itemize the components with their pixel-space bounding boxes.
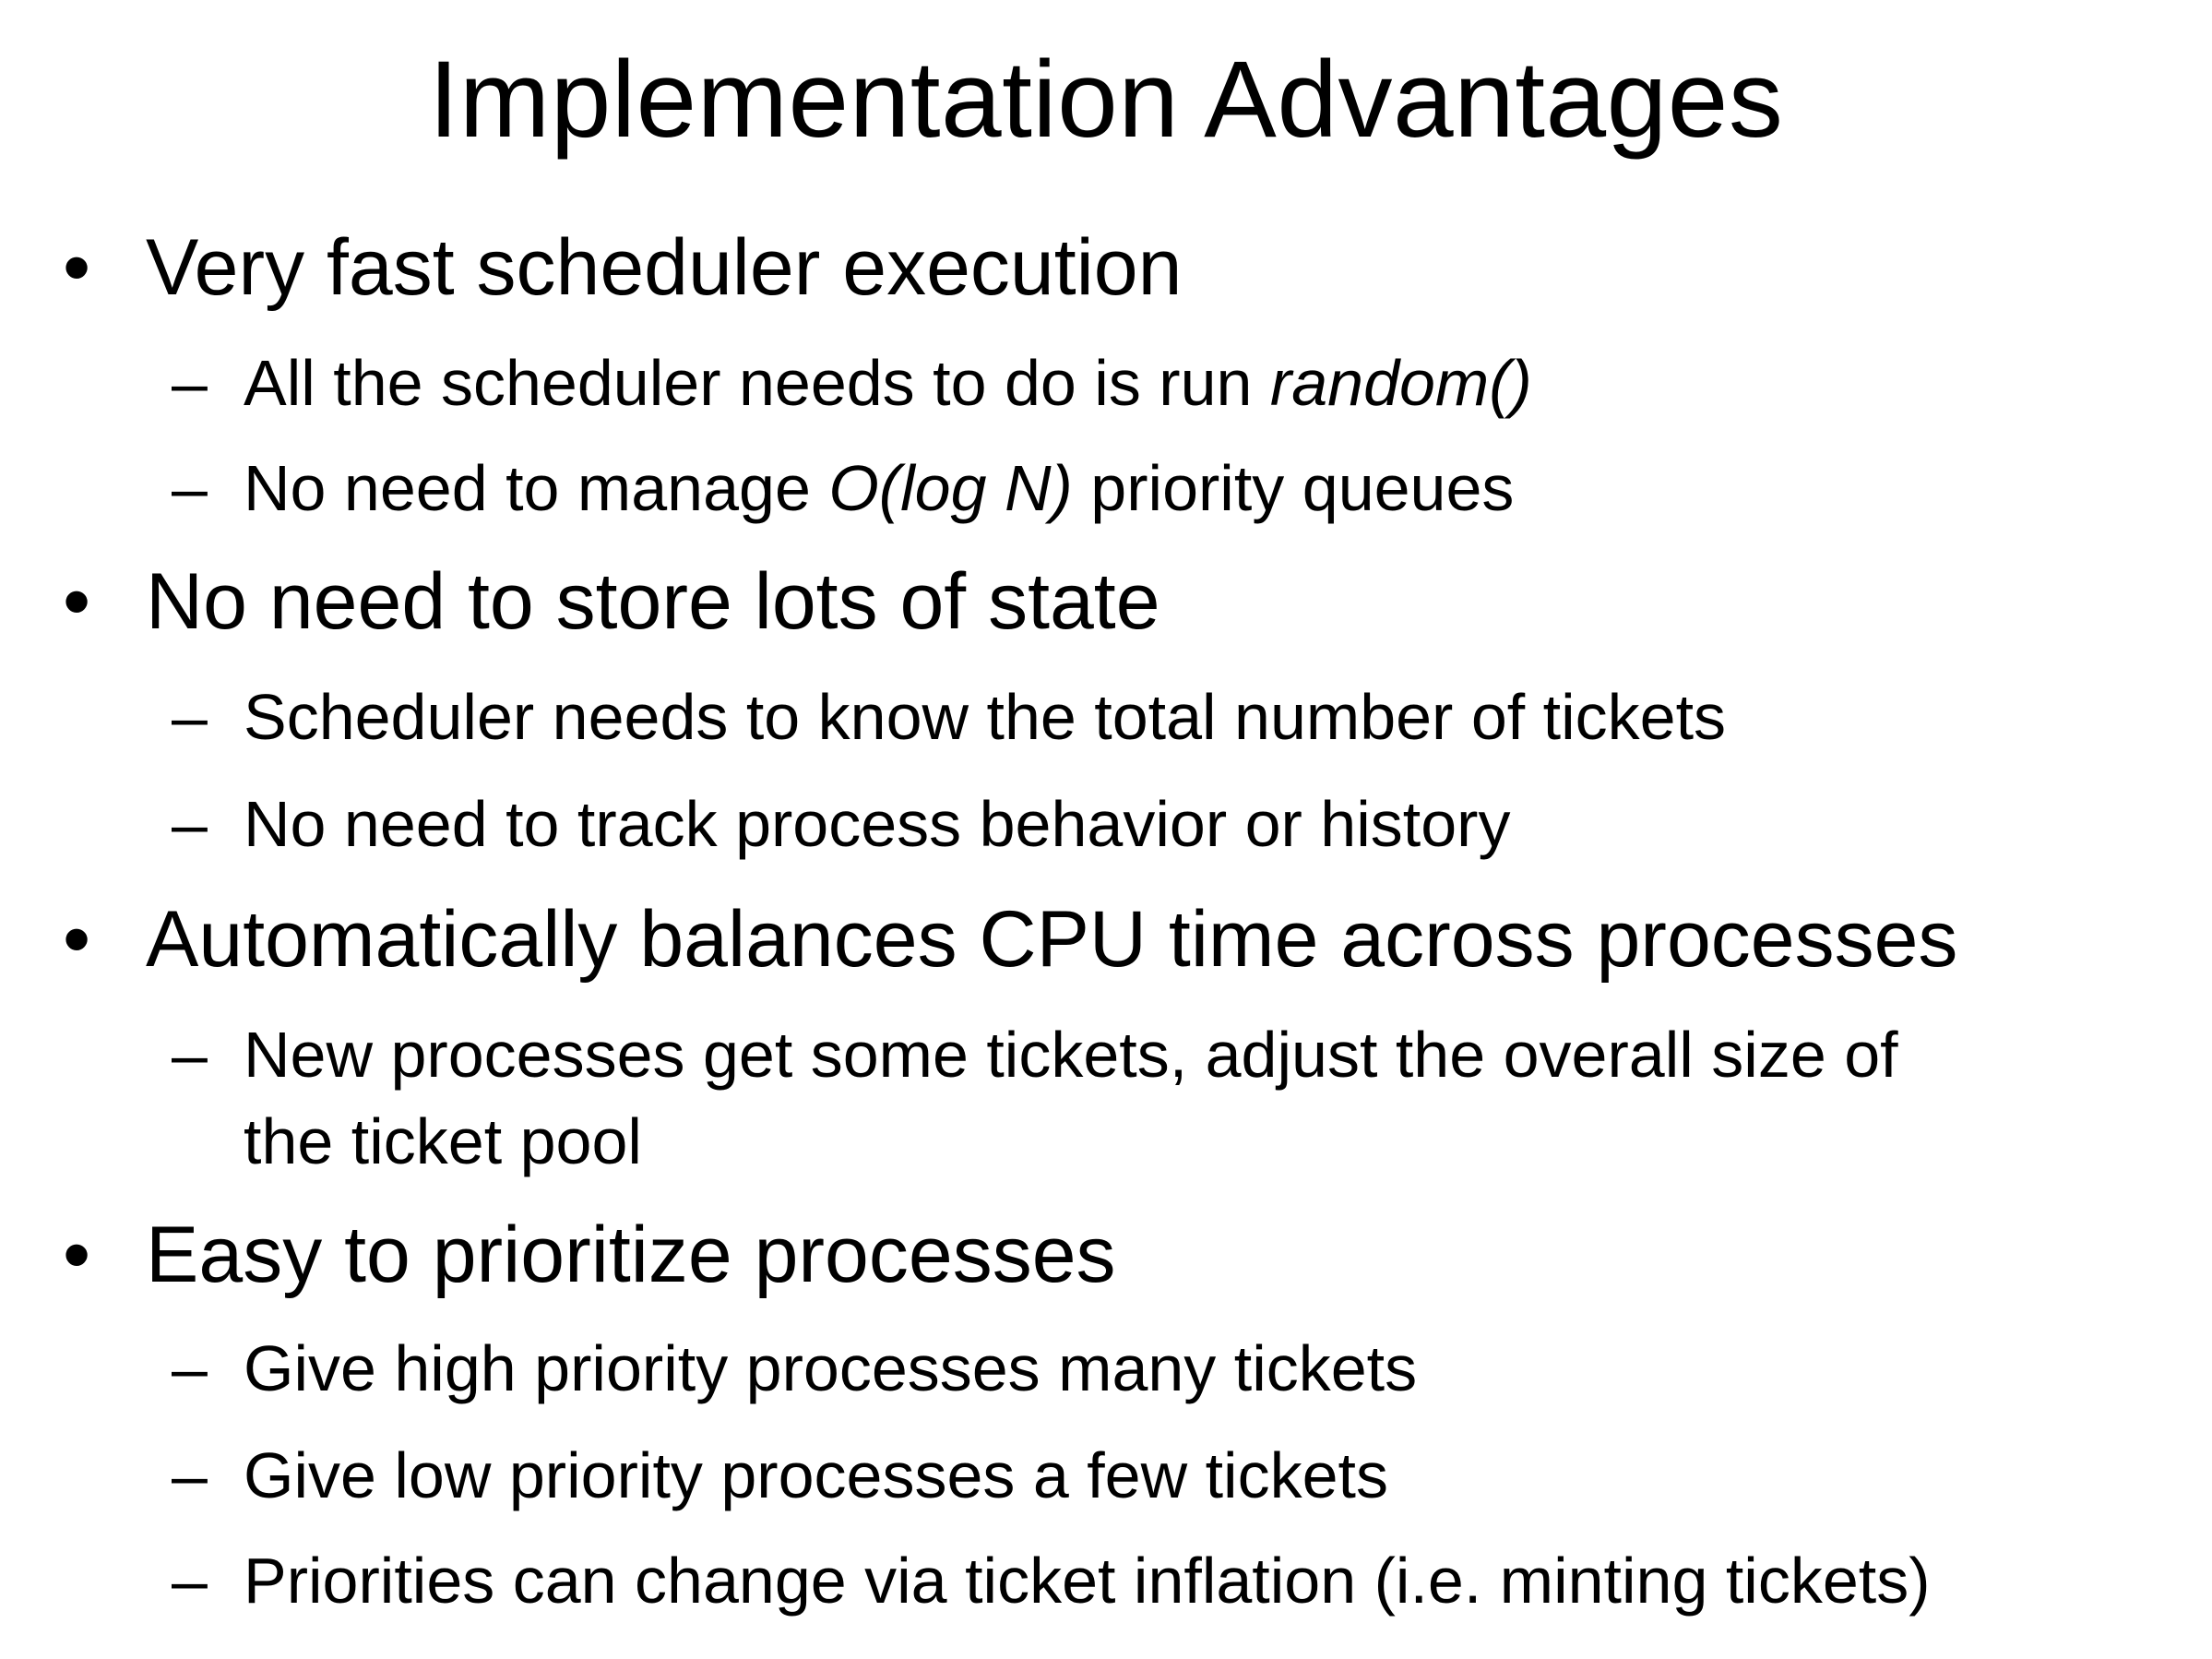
sub-bullet-italic-text: random() <box>1269 347 1532 419</box>
bullet-dot-icon: • <box>63 1211 91 1299</box>
bullet-text: Easy to prioritize processes <box>146 1211 1116 1299</box>
bullet-item: • Very fast scheduler execution <box>63 221 1183 314</box>
slide: Implementation Advantages • Very fast sc… <box>0 0 2212 1659</box>
dash-icon: – <box>172 1545 208 1617</box>
sub-bullet-text: All the scheduler needs to do is run <box>244 347 1270 419</box>
bullet-text: No need to store lots of state <box>146 557 1160 646</box>
dash-icon: – <box>172 452 208 524</box>
bullet-item: • Automatically balances CPU time across… <box>63 893 1958 985</box>
slide-title: Implementation Advantages <box>428 39 1784 161</box>
sub-bullet-item: – Give low priority processes a few tick… <box>172 1432 1388 1519</box>
bullet-dot-icon: • <box>63 223 91 312</box>
dash-icon: – <box>172 1439 208 1511</box>
bullet-item: • Easy to prioritize processes <box>63 1209 1116 1301</box>
sub-bullet-italic-text: O(log N) <box>828 452 1073 524</box>
bullet-text: Very fast scheduler execution <box>146 223 1183 312</box>
dash-icon: – <box>172 1332 208 1404</box>
sub-bullet-continuation: the ticket pool <box>244 1098 642 1185</box>
sub-bullet-item: – Scheduler needs to know the total numb… <box>172 674 1727 760</box>
sub-bullet-text: Scheduler needs to know the total number… <box>244 681 1727 753</box>
sub-bullet-item: – All the scheduler needs to do is run r… <box>172 340 1532 426</box>
sub-bullet-item: – No need to manage O(log N) priority qu… <box>172 445 1515 531</box>
dash-icon: – <box>172 347 208 419</box>
sub-bullet-text-tail: priority queues <box>1072 452 1515 524</box>
dash-icon: – <box>172 788 208 860</box>
sub-bullet-text-line1: New processes get some tickets, adjust t… <box>244 1019 1898 1091</box>
sub-bullet-text-line2: the ticket pool <box>244 1105 642 1177</box>
bullet-text: Automatically balances CPU time across p… <box>146 895 1958 984</box>
bullet-dot-icon: • <box>63 895 91 984</box>
sub-bullet-text: Priorities can change via ticket inflati… <box>244 1545 1931 1617</box>
dash-icon: – <box>172 1019 208 1091</box>
sub-bullet-text: Give low priority processes a few ticket… <box>244 1439 1388 1511</box>
sub-bullet-text: Give high priority processes many ticket… <box>244 1332 1418 1404</box>
sub-bullet-item: – Give high priority processes many tick… <box>172 1325 1418 1412</box>
sub-bullet-item: – Priorities can change via ticket infla… <box>172 1537 1931 1624</box>
sub-bullet-item: – New processes get some tickets, adjust… <box>172 1011 1898 1098</box>
bullet-item: • No need to store lots of state <box>63 555 1160 648</box>
sub-bullet-text: No need to manage <box>244 452 829 524</box>
dash-icon: – <box>172 681 208 753</box>
bullet-dot-icon: • <box>63 557 91 646</box>
sub-bullet-item: – No need to track process behavior or h… <box>172 781 1511 867</box>
sub-bullet-text: No need to track process behavior or his… <box>244 788 1511 860</box>
